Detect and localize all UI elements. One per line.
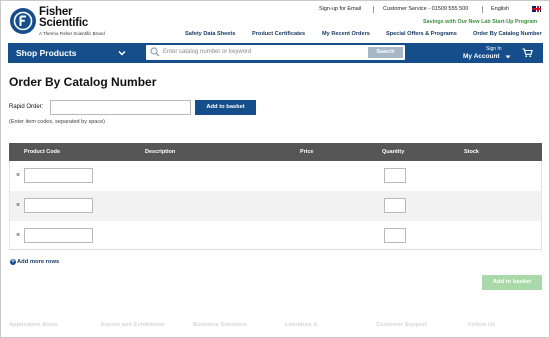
table-row: × [9,191,542,221]
page-title: Order By Catalog Number [9,75,157,89]
footer-application-areas[interactable]: Application Areas [9,322,58,328]
plus-circle-icon: + [10,259,16,265]
signup-email-link[interactable]: Sign-up for Email [319,6,361,12]
header-quantity: Quantity [382,149,405,155]
footer-customer-support[interactable]: Customer Support [376,322,427,328]
page-frame: Fisher Scientific A Thermo Fisher Scient… [0,0,550,338]
footer-follow-us[interactable]: Follow Us [468,322,495,328]
nav-order-by-catalog[interactable]: Order By Catalog Number [473,31,542,37]
footer-business-solutions[interactable]: Business Solutions [193,322,247,328]
search-bar: Enter catalog number or keyword Search [146,45,405,60]
sign-in-label[interactable]: Sign In [486,46,502,52]
quantity-input[interactable] [384,168,406,183]
caret-down-icon[interactable] [505,54,511,60]
remove-row-icon[interactable]: × [16,172,20,179]
header-price: Price [300,149,314,155]
divider [482,6,483,13]
remove-row-icon[interactable]: × [16,202,20,209]
rapid-order-input[interactable] [50,100,191,115]
quantity-input[interactable] [384,228,406,243]
table-row: × [9,161,542,191]
fisher-scientific-logo[interactable]: Fisher Scientific A Thermo Fisher Scient… [10,6,105,36]
add-more-rows-label: Add more rows [17,259,60,265]
rapid-order-label: Rapid Order: [9,104,44,110]
table-row: × [9,221,542,251]
footer-events[interactable]: Events and Exhibitions [101,322,165,328]
language-selector[interactable]: English [491,6,509,12]
uk-flag-icon[interactable] [532,6,541,12]
my-account-menu[interactable]: My Account [463,53,500,60]
header-description: Description [145,149,176,155]
add-to-basket-button[interactable]: Add to basket [195,100,256,115]
product-code-input[interactable] [24,198,93,213]
logo-tagline: A Thermo Fisher Scientific Brand [39,31,105,36]
search-input[interactable]: Enter catalog number or keyword [163,49,251,55]
customer-service-link[interactable]: Customer Service - 01509 555 500 [383,6,468,12]
quantity-input[interactable] [384,198,406,213]
remove-row-icon[interactable]: × [16,232,20,239]
promo-link[interactable]: Savings with Our New Lab Start-Up Progra… [423,19,537,25]
cart-icon[interactable] [522,48,533,58]
shop-products-menu[interactable]: Shop Products [16,48,76,58]
divider [373,6,374,13]
table-header: Product Code Description Price Quantity … [9,143,542,161]
search-icon [150,47,160,57]
rapid-order-hint: (Enter item codes, separated by space) [9,119,105,125]
nav-special-offers[interactable]: Special Offers & Programs [386,31,457,37]
add-more-rows-link[interactable]: + Add more rows [10,259,59,265]
header-product-code: Product Code [24,149,61,155]
order-table: Product Code Description Price Quantity … [9,143,542,251]
logo-name-line2: Scientific [39,17,89,29]
logo-mark-icon [10,8,36,34]
nav-recent-orders[interactable]: My Recent Orders [322,31,370,37]
header-stock: Stock [464,149,479,155]
nav-safety-data-sheets[interactable]: Safety Data Sheets [185,31,235,37]
chevron-down-icon[interactable] [118,49,126,57]
search-button[interactable]: Search [368,47,403,58]
footer-literature[interactable]: Literature & [285,322,318,328]
nav-product-certificates[interactable]: Product Certificates [252,31,305,37]
product-code-input[interactable] [24,228,93,243]
main-navigation-bar: Shop Products Enter catalog number or ke… [8,43,543,63]
add-to-basket-bottom-button[interactable]: Add to basket [482,275,542,290]
logo-wordmark: Fisher Scientific A Thermo Fisher Scient… [39,6,105,36]
product-code-input[interactable] [24,168,93,183]
